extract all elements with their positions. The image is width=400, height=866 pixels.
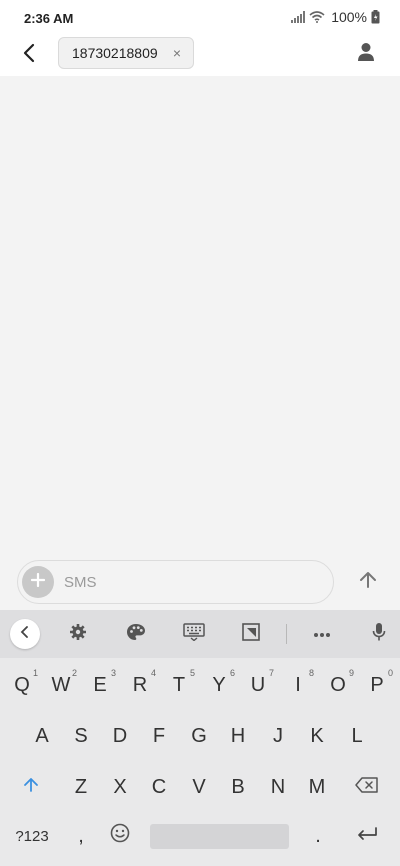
conversation-area [0,76,400,554]
contact-icon [357,42,375,67]
space-key[interactable] [150,824,289,849]
emoji-key[interactable] [100,816,140,856]
key-s[interactable]: S [61,716,101,756]
key-b[interactable]: B [218,767,258,807]
key-r[interactable]: R 4 [120,665,160,705]
more-icon [313,625,331,643]
key-label: U [250,673,266,696]
key-y[interactable]: Y 6 [199,665,239,705]
toolbar-divider [286,624,287,644]
key-c[interactable]: C [139,767,179,807]
key-h[interactable]: H [218,716,258,756]
key-x[interactable]: X [100,767,140,807]
toolbar-collapse-button[interactable] [10,619,40,649]
shift-arrow-icon [23,776,39,799]
key-label: I [295,673,301,696]
key-q[interactable]: Q 1 [2,665,42,705]
battery-percent: 100% [331,9,367,25]
recipient-number: 18730218809 [72,45,158,61]
recipient-chip[interactable]: 18730218809 × [58,37,194,69]
keyboard: Q 1 W 2 E 3 R 4 T 5 Y 6 U 7 I 8 O 9 P 0 … [0,610,400,866]
enter-icon [356,825,378,848]
key-k[interactable]: K [297,716,337,756]
key-label: P [370,673,384,696]
attach-button[interactable] [22,566,54,598]
key-hint: 5 [189,668,195,678]
key-label: R [132,673,148,696]
status-icons: 100% [291,9,380,25]
status-bar: 2:36 AM 100% [0,0,400,36]
gear-icon [69,623,87,646]
palette-icon [126,623,146,646]
key-label: W [51,673,71,696]
key-hint: 6 [229,668,235,678]
key-hint: 0 [387,668,393,678]
key-m[interactable]: M [297,767,337,807]
battery-icon [371,10,380,24]
send-arrow-icon [359,571,377,594]
status-time: 2:36 AM [24,11,74,26]
key-o[interactable]: O 9 [318,665,358,705]
key-p[interactable]: P 0 [357,665,397,705]
resize-button[interactable] [237,620,265,648]
voice-input-button[interactable] [365,620,393,648]
period-key[interactable]: . [298,816,338,856]
theme-button[interactable] [122,620,150,648]
key-e[interactable]: E 3 [80,665,120,705]
message-input[interactable]: SMS [17,560,334,604]
key-f[interactable]: F [139,716,179,756]
key-hint: 4 [150,668,156,678]
wifi-icon [309,11,325,23]
key-label: E [93,673,107,696]
resize-icon [242,622,260,646]
key-hint: 1 [32,668,38,678]
plus-icon [30,572,46,592]
keyboard-mode-button[interactable] [180,620,208,648]
shift-key[interactable] [11,767,51,807]
chip-close-icon[interactable]: × [173,45,181,61]
contact-button[interactable] [352,40,380,68]
key-hint: 3 [110,668,116,678]
mic-icon [372,622,386,647]
back-arrow-icon [22,43,36,68]
composer-bar: SMS [0,554,400,610]
key-label: Y [212,673,226,696]
key-label: O [330,673,346,696]
key-j[interactable]: J [258,716,298,756]
key-hint: 8 [308,668,314,678]
key-g[interactable]: G [179,716,219,756]
key-v[interactable]: V [179,767,219,807]
key-label: Q [14,673,30,696]
symbols-key[interactable]: ?123 [6,816,58,856]
key-a[interactable]: A [22,716,62,756]
keyboard-icon [183,622,205,646]
key-u[interactable]: U 7 [238,665,278,705]
chevron-left-icon [20,625,30,643]
backspace-icon [355,776,379,799]
comma-key[interactable]: , [61,816,101,856]
settings-button[interactable] [64,620,92,648]
back-button[interactable] [14,40,44,70]
key-t[interactable]: T 5 [159,665,199,705]
send-button[interactable] [354,568,382,596]
key-hint: 9 [348,668,354,678]
more-button[interactable] [308,620,336,648]
key-w[interactable]: W 2 [41,665,81,705]
key-z[interactable]: Z [61,767,101,807]
key-label: T [172,673,186,696]
key-hint: 2 [71,668,77,678]
sms-placeholder: SMS [64,574,97,591]
enter-key[interactable] [347,816,387,856]
backspace-key[interactable] [347,767,387,807]
signal-icon [291,11,306,23]
keyboard-toolbar [0,610,400,658]
key-i[interactable]: I 8 [278,665,318,705]
key-n[interactable]: N [258,767,298,807]
key-hint: 7 [268,668,274,678]
emoji-icon [110,823,130,849]
key-d[interactable]: D [100,716,140,756]
key-l[interactable]: L [337,716,377,756]
conversation-header: 18730218809 × [0,36,400,76]
